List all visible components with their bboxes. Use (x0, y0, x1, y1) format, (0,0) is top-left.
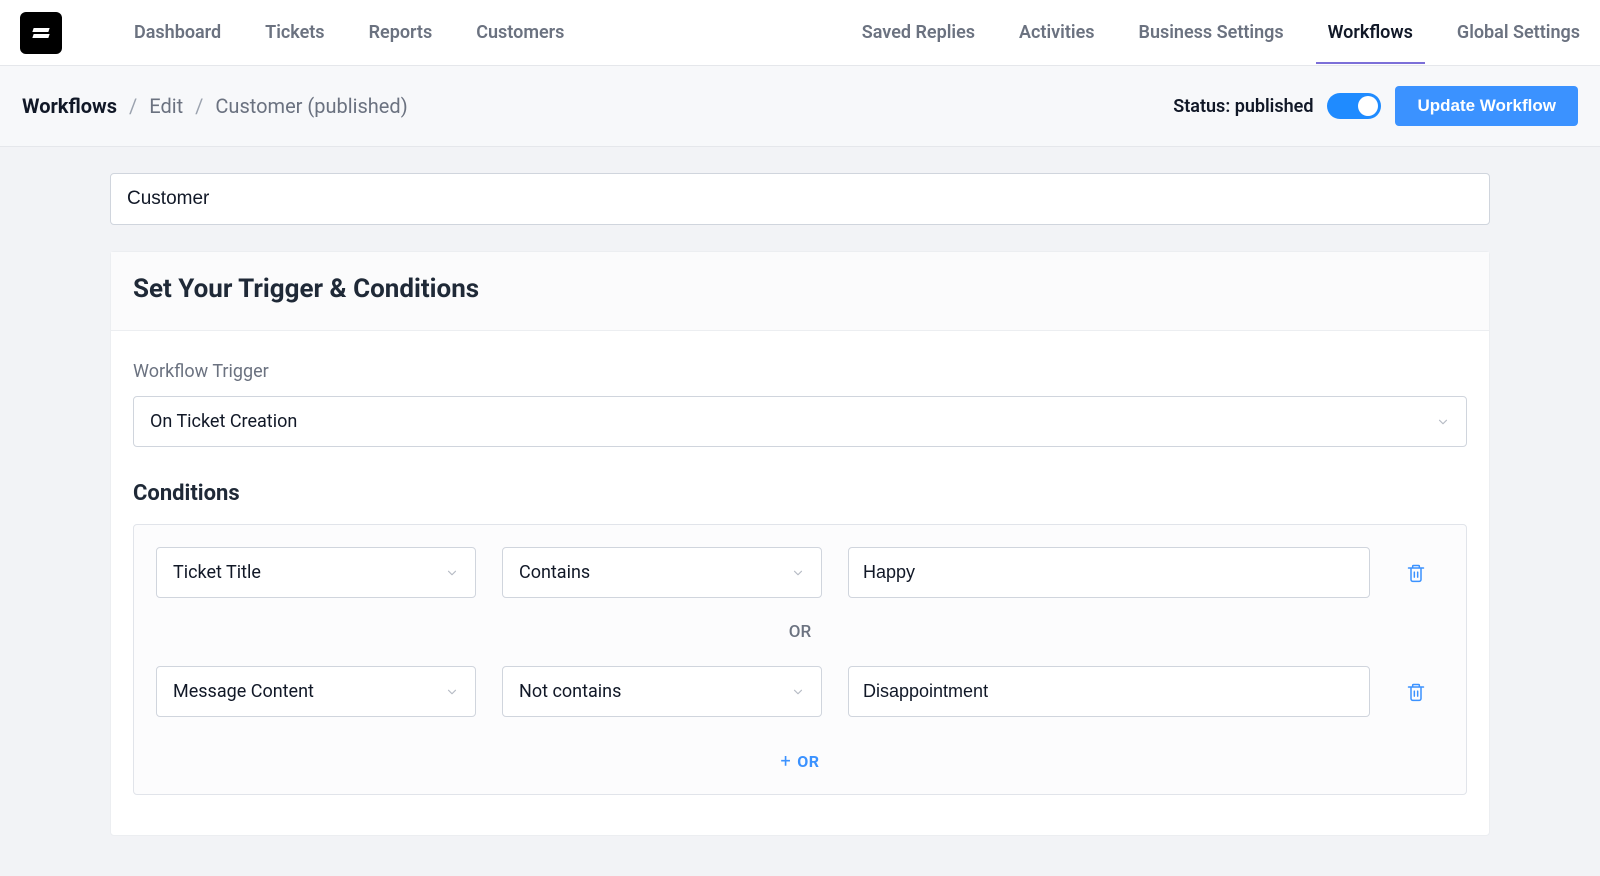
conditions-box: Ticket Title Contains (133, 524, 1467, 795)
add-or-label: OR (797, 752, 819, 771)
nav-reports[interactable]: Reports (369, 2, 433, 63)
trigger-value: On Ticket Creation (150, 411, 297, 432)
chevron-down-icon (791, 685, 805, 699)
condition-operator-select[interactable]: Not contains (502, 666, 822, 717)
trigger-select[interactable]: On Ticket Creation (133, 396, 1467, 447)
condition-field-value: Message Content (173, 681, 314, 702)
nav-tickets[interactable]: Tickets (265, 2, 324, 63)
status-label: Status: published (1173, 96, 1313, 117)
update-workflow-button[interactable]: Update Workflow (1395, 86, 1578, 126)
subbar-right: Status: published Update Workflow (1173, 86, 1578, 126)
condition-row: Ticket Title Contains (156, 547, 1444, 598)
app-logo[interactable] (20, 12, 62, 54)
trash-icon (1406, 563, 1426, 583)
breadcrumb-sep: / (129, 94, 137, 118)
nav-global-settings[interactable]: Global Settings (1457, 2, 1580, 63)
nav-right-group: Saved Replies Activities Business Settin… (862, 2, 1580, 63)
condition-operator-select[interactable]: Contains (502, 547, 822, 598)
chevron-down-icon (445, 566, 459, 580)
condition-field-select[interactable]: Message Content (156, 666, 476, 717)
nav-left-group: Dashboard Tickets Reports Customers (134, 2, 564, 63)
condition-field-value: Ticket Title (173, 562, 261, 583)
condition-operator-value: Not contains (519, 681, 621, 702)
chevron-down-icon (445, 685, 459, 699)
trigger-label: Workflow Trigger (133, 361, 1467, 382)
chevron-down-icon (1436, 415, 1450, 429)
plus-icon: + (781, 751, 792, 772)
breadcrumb-sep: / (195, 94, 203, 118)
workflow-title-input[interactable] (110, 173, 1490, 225)
condition-value-input[interactable] (848, 547, 1370, 598)
panel-heading: Set Your Trigger & Conditions (133, 274, 1467, 304)
breadcrumb-edit[interactable]: Edit (149, 94, 183, 118)
main-container: Set Your Trigger & Conditions Workflow T… (90, 173, 1510, 876)
condition-operator-value: Contains (519, 562, 590, 583)
sub-bar: Workflows / Edit / Customer (published) … (0, 66, 1600, 147)
nav-dashboard[interactable]: Dashboard (134, 2, 221, 63)
or-separator: OR (156, 622, 1444, 642)
condition-value-input[interactable] (848, 666, 1370, 717)
delete-condition-button[interactable] (1396, 553, 1436, 593)
breadcrumb-root[interactable]: Workflows (22, 94, 117, 118)
nav-workflows[interactable]: Workflows (1328, 2, 1413, 63)
panel-body: Workflow Trigger On Ticket Creation Cond… (111, 331, 1489, 835)
panel-header: Set Your Trigger & Conditions (111, 252, 1489, 331)
nav-activities[interactable]: Activities (1019, 2, 1094, 63)
condition-field-select[interactable]: Ticket Title (156, 547, 476, 598)
app-logo-icon (29, 21, 53, 45)
toggle-knob (1358, 96, 1378, 116)
delete-condition-button[interactable] (1396, 672, 1436, 712)
trash-icon (1406, 682, 1426, 702)
breadcrumb-current: Customer (published) (215, 94, 407, 118)
top-nav: Dashboard Tickets Reports Customers Save… (0, 0, 1600, 66)
trigger-panel: Set Your Trigger & Conditions Workflow T… (110, 251, 1490, 836)
breadcrumb: Workflows / Edit / Customer (published) (22, 94, 408, 118)
condition-row: Message Content Not contains (156, 666, 1444, 717)
status-toggle[interactable] (1327, 93, 1381, 119)
nav-saved-replies[interactable]: Saved Replies (862, 2, 975, 63)
chevron-down-icon (791, 566, 805, 580)
add-or-button[interactable]: + OR (156, 751, 1444, 772)
conditions-heading: Conditions (133, 481, 1467, 506)
nav-business-settings[interactable]: Business Settings (1139, 2, 1284, 63)
nav-customers[interactable]: Customers (476, 2, 564, 63)
